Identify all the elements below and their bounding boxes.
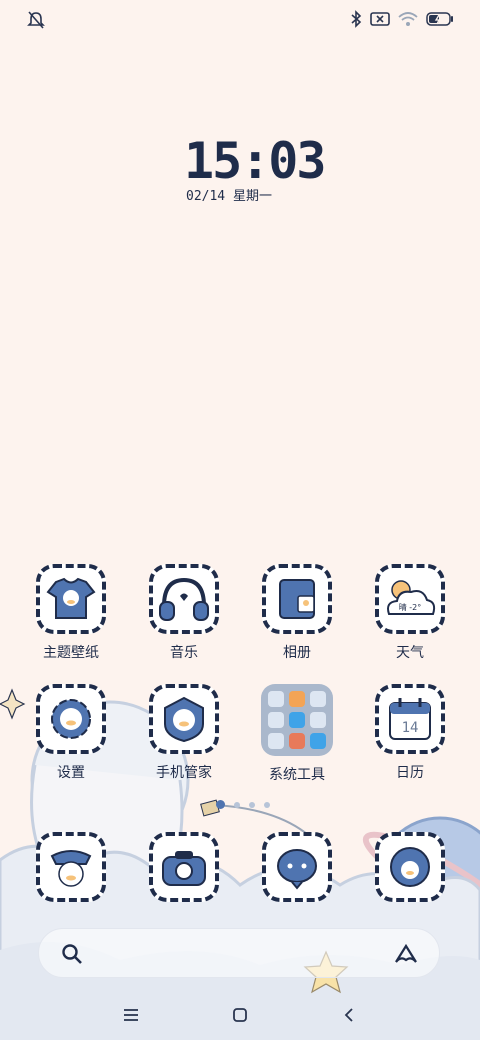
app-settings[interactable]: 设置 (16, 684, 126, 782)
page-dot (264, 801, 270, 808)
weather-cloud-icon: 晴 -2° (375, 564, 445, 634)
menu-icon (124, 1009, 138, 1021)
photo-album-icon (262, 564, 332, 634)
dock-app-messages[interactable] (242, 832, 352, 902)
calendar-day: 14 (402, 720, 419, 736)
home-icon (233, 1008, 247, 1022)
back-icon (344, 1008, 353, 1022)
app-label: 主题壁纸 (43, 645, 99, 661)
clock-time[interactable]: 15:03 (184, 132, 327, 190)
app-calendar[interactable]: 14 日历 (355, 684, 465, 782)
app-label: 设置 (57, 765, 85, 781)
wifi-icon (398, 12, 418, 26)
dock-app-browser[interactable] (355, 832, 465, 902)
phone-duck-icon (36, 832, 106, 902)
clock-date[interactable]: 02/14 星期一 (186, 185, 272, 204)
bluetooth-icon (351, 10, 362, 28)
camera-icon (149, 832, 219, 902)
no-sim-icon (370, 12, 390, 26)
page-indicator[interactable] (216, 800, 270, 809)
calendar-icon: 14 (375, 684, 445, 754)
app-gallery[interactable]: 相册 (242, 564, 352, 662)
back-button[interactable] (334, 1000, 364, 1030)
app-security[interactable]: 手机管家 (129, 684, 239, 782)
security-shield-duck-icon (149, 684, 219, 754)
navigation-bar (0, 990, 480, 1040)
browser-globe-icon (375, 832, 445, 902)
dock-app-phone[interactable] (16, 832, 126, 902)
app-label: 天气 (396, 645, 424, 661)
app-label: 音乐 (170, 645, 198, 661)
app-label: 日历 (396, 765, 424, 781)
app-theme-wallpaper[interactable]: 主题壁纸 (16, 564, 126, 662)
page-dot (249, 801, 255, 808)
weather-icon-text: 晴 -2° (399, 602, 422, 612)
battery-charging-icon (426, 12, 453, 26)
app-label: 手机管家 (156, 765, 212, 781)
gear-duck-icon (36, 684, 106, 754)
app-weather[interactable]: 晴 -2° 天气 (355, 564, 465, 662)
headphones-icon (149, 564, 219, 634)
tshirt-duck-icon (36, 564, 106, 634)
app-folder-system-tools[interactable]: 系统工具 (242, 684, 352, 784)
app-label: 相册 (283, 645, 311, 661)
home-button[interactable] (225, 1000, 255, 1030)
search-bar[interactable] (38, 928, 440, 978)
messages-icon (262, 832, 332, 902)
status-bar (0, 0, 480, 40)
recent-apps-button[interactable] (116, 1000, 146, 1030)
app-label: 系统工具 (269, 767, 325, 783)
page-dot (234, 801, 240, 808)
assistant-icon[interactable] (393, 943, 419, 965)
app-music[interactable]: 音乐 (129, 564, 239, 662)
search-icon[interactable] (61, 943, 83, 965)
dock-app-camera[interactable] (129, 832, 239, 902)
bell-off-icon (27, 11, 45, 29)
page-dot-active (216, 800, 225, 809)
folder-icon (261, 684, 333, 756)
